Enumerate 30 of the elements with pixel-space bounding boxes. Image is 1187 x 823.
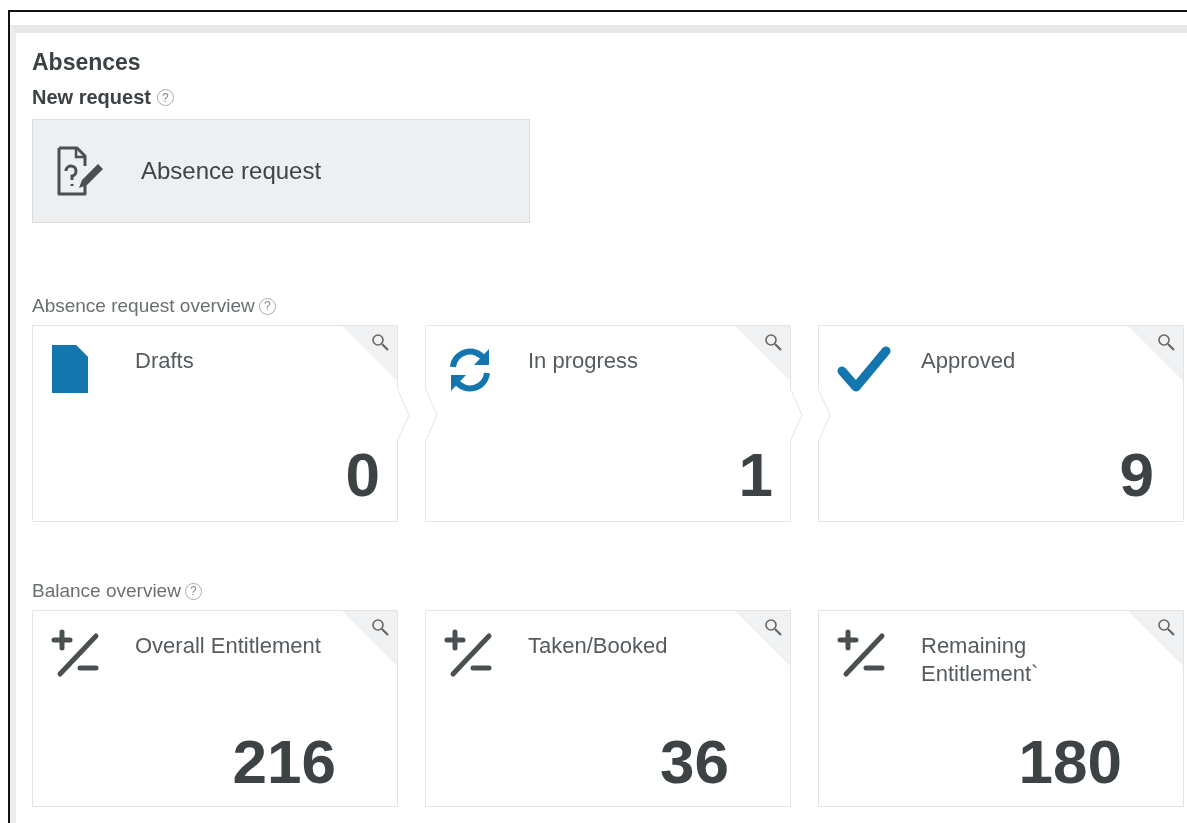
tile-background[interactable] (425, 325, 803, 522)
tile-label: In progress (528, 347, 640, 375)
section-label: Absence request overview (32, 295, 255, 317)
tile-count: 216 (232, 731, 336, 793)
tile-count: 9 (1119, 444, 1154, 506)
tile-background[interactable] (32, 610, 398, 807)
tile-label: Remaining Entitlement` (921, 632, 1040, 688)
corner-search-icon[interactable] (1128, 326, 1183, 381)
corner-search-icon[interactable] (1128, 611, 1183, 666)
document-icon (50, 343, 90, 395)
section-heading: New request (32, 86, 151, 109)
corner-search-icon[interactable] (342, 326, 397, 381)
tile-label: Approved (921, 347, 1017, 375)
tile-label: Overall Entitlement (135, 632, 322, 660)
tile-count: 180 (1018, 731, 1122, 793)
tile-background[interactable] (818, 325, 1184, 522)
tile-background[interactable] (32, 325, 410, 522)
tile-label: Taken/Booked (528, 632, 669, 660)
tile-background[interactable] (425, 610, 791, 807)
corner-search-icon[interactable] (735, 611, 790, 666)
tile-count: 36 (660, 731, 729, 793)
tile-count: 0 (345, 444, 380, 506)
page-title: Absences (32, 48, 142, 77)
section-label: Balance overview (32, 580, 181, 602)
tile-background[interactable] (818, 610, 1184, 807)
corner-search-icon[interactable] (735, 326, 790, 381)
absence-request-button[interactable]: Absence request (32, 119, 530, 223)
corner-search-icon[interactable] (342, 611, 397, 666)
tile-label: Drafts (135, 347, 195, 375)
tile-count: 1 (738, 444, 773, 506)
